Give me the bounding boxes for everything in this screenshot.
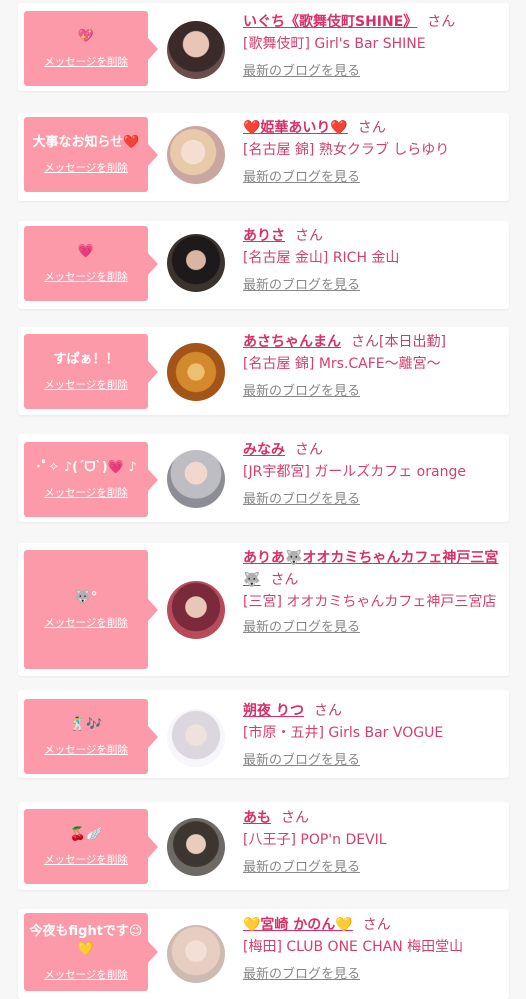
profile-info: ❤️姫華あいり❤️ さん [名古屋 錦] 熟女クラブ しらゆり 最新のブログを見る xyxy=(243,117,505,187)
avatar[interactable] xyxy=(167,234,225,292)
message-card: 💗 メッセージを削除 ありさ さん [名古屋 金山] RICH 金山 最新のブログ… xyxy=(18,221,509,309)
message-card: 🕺🎶 メッセージを削除 朔夜 りつ さん [市原・五井] Girls Bar VO… xyxy=(18,690,509,778)
message-card: 今夜もfightです😉💛 メッセージを削除 💛宮崎 かのん💛 さん [梅田] CL… xyxy=(18,909,509,999)
avatar[interactable] xyxy=(167,709,225,767)
profile-info: 朔夜 りつ さん [市原・五井] Girls Bar VOGUE 最新のブログを見… xyxy=(243,700,505,770)
cast-name-link[interactable]: 朔夜 りつ xyxy=(243,703,304,719)
shop-name: [JR宇都宮] ガールズカフェ orange xyxy=(243,464,466,480)
delete-message-link[interactable]: メッセージを削除 xyxy=(44,54,128,69)
latest-blog-link[interactable]: 最新のブログを見る xyxy=(243,752,505,770)
profile-info: あも さん [八王子] POP'n DEVIL 最新のブログを見る xyxy=(243,807,505,877)
shop-name: [歌舞伎町] Girl's Bar SHINE xyxy=(243,36,426,52)
honorific: さん xyxy=(314,703,343,719)
message-card: ･ﾟ✧ ♪(ˊᗜˋ)💗 ♪ メッセージを削除 みなみ さん [JR宇都宮] ガール… xyxy=(18,434,509,522)
latest-blog-link[interactable]: 最新のブログを見る xyxy=(243,169,505,187)
profile-info: あさちゃんまん さん[本日出勤] [名古屋 錦] Mrs.CAFE〜離宮〜 最新の… xyxy=(243,331,505,401)
message-card: 大事なお知らせ❤️ メッセージを削除 ❤️姫華あいり❤️ さん [名古屋 錦] 熟… xyxy=(18,113,509,201)
message-bubble: 🕺🎶 メッセージを削除 xyxy=(24,699,158,774)
cast-name-link[interactable]: いぐち《歌舞伎町SHINE》 xyxy=(243,14,417,30)
delete-message-link[interactable]: メッセージを削除 xyxy=(44,742,128,757)
latest-blog-link[interactable]: 最新のブログを見る xyxy=(243,491,505,509)
profile-info: いぐち《歌舞伎町SHINE》 さん [歌舞伎町] Girl's Bar SHINE… xyxy=(243,11,505,81)
message-text: すぱぁ！！ xyxy=(53,352,119,367)
profile-info: ありさ さん [名古屋 金山] RICH 金山 最新のブログを見る xyxy=(243,225,505,295)
latest-blog-link[interactable]: 最新のブログを見る xyxy=(243,859,505,877)
latest-blog-link[interactable]: 最新のブログを見る xyxy=(243,383,505,401)
honorific: さん xyxy=(295,228,323,244)
cast-name-link[interactable]: ❤️姫華あいり❤️ xyxy=(243,120,348,136)
message-card: 🐺° メッセージを削除 ありあ🐺オオカミちゃんカフェ神戸三宮🐺 さん [三宮] オ… xyxy=(18,543,509,676)
message-text: ･ﾟ✧ ♪(ˊᗜˋ)💗 ♪ xyxy=(35,460,137,475)
message-text: 💗 xyxy=(77,244,95,259)
message-card: 💖 メッセージを削除 いぐち《歌舞伎町SHINE》 さん [歌舞伎町] Girl'… xyxy=(18,3,509,91)
cast-name-link[interactable]: あも xyxy=(243,810,271,826)
message-bubble: ･ﾟ✧ ♪(ˊᗜˋ)💗 ♪ メッセージを削除 xyxy=(24,442,158,517)
latest-blog-link[interactable]: 最新のブログを見る xyxy=(243,63,505,81)
delete-message-link[interactable]: メッセージを削除 xyxy=(44,269,128,284)
avatar[interactable] xyxy=(167,343,225,401)
message-bubble: 🐺° メッセージを削除 xyxy=(24,550,158,669)
message-card: 🍒🪽 メッセージを削除 あも さん [八王子] POP'n DEVIL 最新のブロ… xyxy=(18,802,509,890)
avatar[interactable] xyxy=(167,450,225,508)
shop-name: [八王子] POP'n DEVIL xyxy=(243,832,387,848)
honorific: さん xyxy=(357,120,386,136)
avatar[interactable] xyxy=(167,581,225,639)
message-text: 💖 xyxy=(77,29,95,44)
honorific: さん xyxy=(270,572,299,588)
message-text: 🐺° xyxy=(74,590,98,605)
honorific: さん xyxy=(427,14,456,30)
honorific: さん xyxy=(295,442,323,458)
delete-message-link[interactable]: メッセージを削除 xyxy=(44,485,128,500)
latest-blog-link[interactable]: 最新のブログを見る xyxy=(243,277,505,295)
delete-message-link[interactable]: メッセージを削除 xyxy=(44,967,128,982)
latest-blog-link[interactable]: 最新のブログを見る xyxy=(243,619,505,637)
status-text: [本日出勤] xyxy=(379,334,446,350)
avatar[interactable] xyxy=(167,925,225,983)
delete-message-link[interactable]: メッセージを削除 xyxy=(44,615,128,630)
message-text: 大事なお知らせ❤️ xyxy=(32,135,140,150)
delete-message-link[interactable]: メッセージを削除 xyxy=(44,377,128,392)
profile-info: 💛宮崎 かのん💛 さん [梅田] CLUB ONE CHAN 梅田堂山 最新のブロ… xyxy=(243,914,505,984)
cast-name-link[interactable]: ありさ xyxy=(243,228,285,244)
avatar[interactable] xyxy=(167,21,225,79)
profile-info: ありあ🐺オオカミちゃんカフェ神戸三宮🐺 さん [三宮] オオカミちゃんカフェ神戸三… xyxy=(243,547,505,637)
message-card: すぱぁ！！ メッセージを削除 あさちゃんまん さん[本日出勤] [名古屋 錦] M… xyxy=(18,327,509,415)
cast-name-link[interactable]: あさちゃんまん xyxy=(243,334,341,350)
message-text: 今夜もfightです😉💛 xyxy=(29,923,143,957)
message-bubble: すぱぁ！！ メッセージを削除 xyxy=(24,334,158,409)
message-text: 🍒🪽 xyxy=(69,827,103,842)
cast-name-link[interactable]: 💛宮崎 かのん💛 xyxy=(243,917,353,933)
shop-name: [名古屋 錦] Mrs.CAFE〜離宮〜 xyxy=(243,356,441,372)
message-bubble: 大事なお知らせ❤️ メッセージを削除 xyxy=(24,117,158,192)
honorific: さん xyxy=(362,917,391,933)
profile-info: みなみ さん [JR宇都宮] ガールズカフェ orange 最新のブログを見る xyxy=(243,439,505,509)
honorific: さん xyxy=(351,334,379,350)
delete-message-link[interactable]: メッセージを削除 xyxy=(44,160,128,175)
delete-message-link[interactable]: メッセージを削除 xyxy=(44,852,128,867)
honorific: さん xyxy=(281,810,309,826)
message-bubble: 💖 メッセージを削除 xyxy=(24,11,158,86)
avatar[interactable] xyxy=(167,126,225,184)
shop-name: [市原・五井] Girls Bar VOGUE xyxy=(243,725,444,741)
shop-name: [名古屋 金山] RICH 金山 xyxy=(243,250,400,266)
cast-name-link[interactable]: みなみ xyxy=(243,442,285,458)
shop-name: [名古屋 錦] 熟女クラブ しらゆり xyxy=(243,142,450,158)
shop-name: [梅田] CLUB ONE CHAN 梅田堂山 xyxy=(243,939,464,955)
message-text: 🕺🎶 xyxy=(69,717,103,732)
shop-name: [三宮] オオカミちゃんカフェ神戸三宮店 xyxy=(243,594,497,610)
avatar[interactable] xyxy=(167,818,225,876)
latest-blog-link[interactable]: 最新のブログを見る xyxy=(243,966,505,984)
message-bubble: 🍒🪽 メッセージを削除 xyxy=(24,809,158,884)
message-bubble: 今夜もfightです😉💛 メッセージを削除 xyxy=(24,913,158,991)
message-bubble: 💗 メッセージを削除 xyxy=(24,226,158,301)
